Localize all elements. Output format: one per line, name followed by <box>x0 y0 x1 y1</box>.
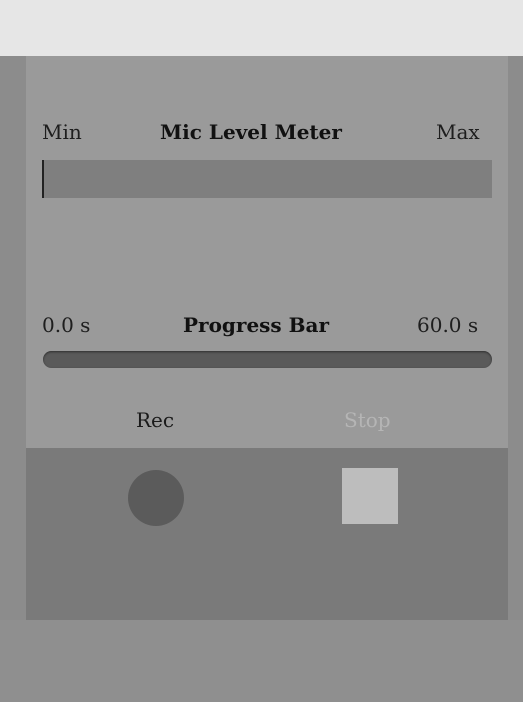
window-top-strip <box>0 0 523 56</box>
mic-level-meter-needle <box>42 160 44 198</box>
progress-end-label: 60.0 s <box>417 313 479 337</box>
progress-start-label: 0.0 s <box>42 313 91 337</box>
progress-bar <box>43 351 492 368</box>
stop-icon <box>342 468 398 524</box>
window-bottom-area <box>0 620 523 702</box>
mic-meter-title: Mic Level Meter <box>160 120 342 144</box>
controls-area <box>26 448 508 620</box>
progress-title: Progress Bar <box>183 313 330 337</box>
mic-meter-min-label: Min <box>42 120 82 144</box>
record-icon[interactable] <box>128 470 184 526</box>
mic-level-meter <box>42 160 492 198</box>
rec-label[interactable]: Rec <box>136 408 174 432</box>
mic-meter-max-label: Max <box>436 120 480 144</box>
stop-label: Stop <box>344 408 391 432</box>
